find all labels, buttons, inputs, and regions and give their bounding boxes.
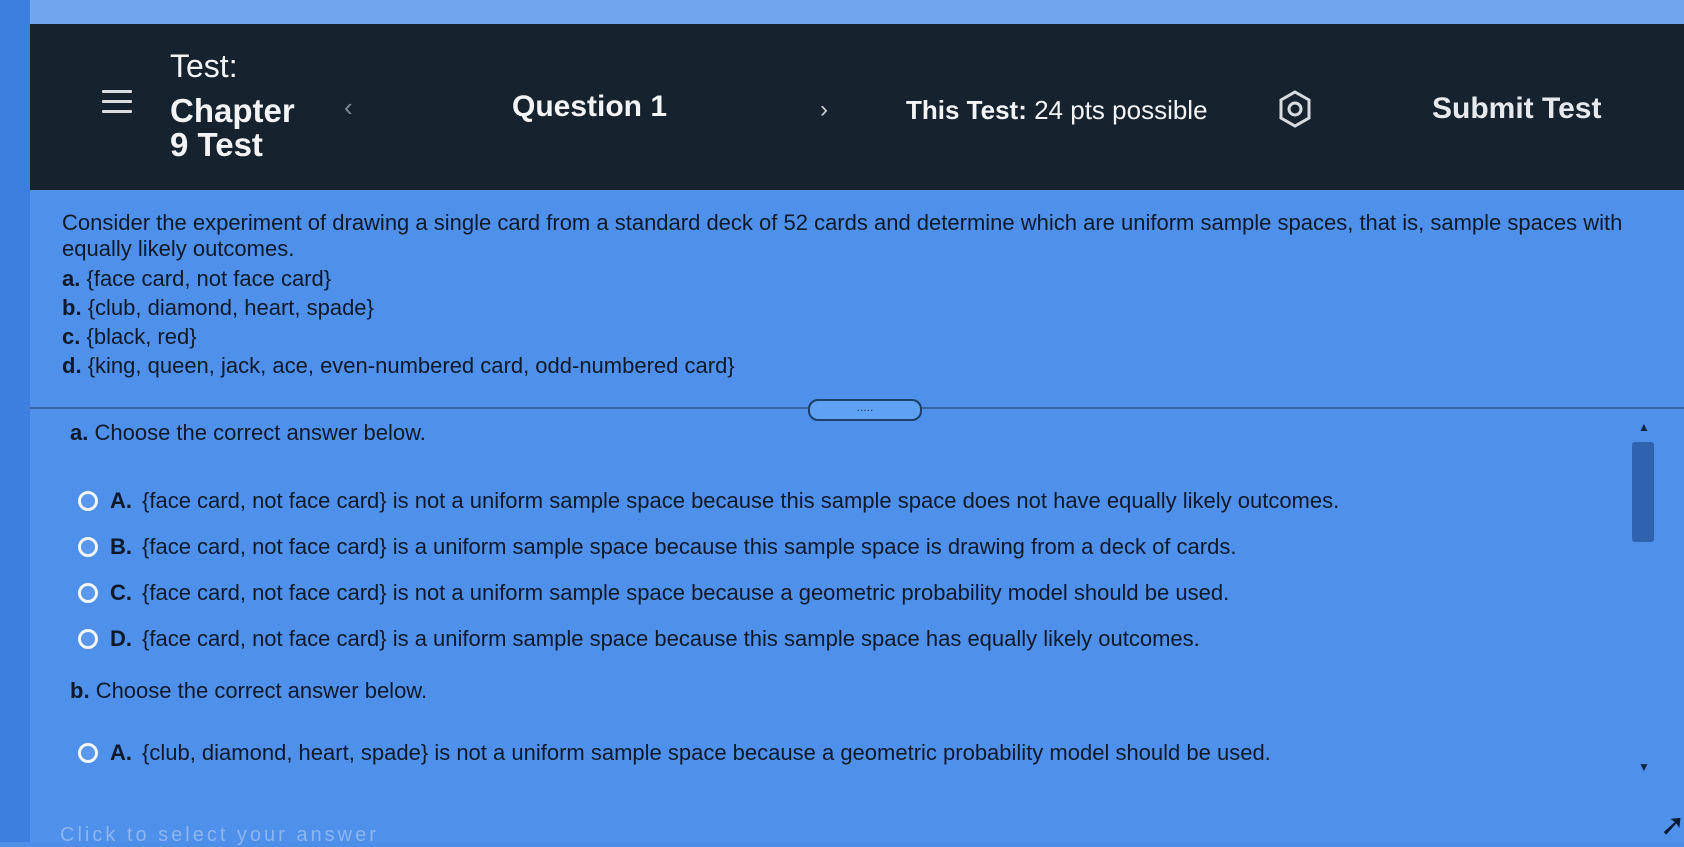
submit-test-button[interactable]: Submit Test bbox=[1432, 92, 1601, 126]
radio-button[interactable] bbox=[78, 537, 98, 557]
browser-top-strip bbox=[0, 0, 1684, 24]
points-prefix: This Test: bbox=[906, 95, 1027, 125]
scroll-down-icon[interactable]: ▼ bbox=[1638, 760, 1650, 774]
radio-button[interactable] bbox=[78, 743, 98, 763]
option-letter: D. bbox=[110, 626, 132, 651]
option-text: {face card, not face card} is a uniform … bbox=[142, 534, 1237, 559]
scroll-up-icon[interactable]: ▲ bbox=[1638, 420, 1650, 434]
item-letter: c. bbox=[62, 324, 81, 349]
resize-handle[interactable]: ..... bbox=[808, 399, 922, 421]
part-prompt-text: Choose the correct answer below. bbox=[94, 420, 426, 445]
question-stem: Consider the experiment of drawing a sin… bbox=[62, 210, 1662, 382]
item-text: {king, queen, jack, ace, even-numbered c… bbox=[87, 353, 735, 378]
question-item-c: c. {black, red} bbox=[62, 324, 1662, 350]
question-item-d: d. {king, queen, jack, ace, even-numbere… bbox=[62, 353, 1662, 379]
item-text: {club, diamond, heart, spade} bbox=[87, 295, 374, 320]
part-a-prompt: a. Choose the correct answer below. bbox=[70, 420, 426, 446]
option-letter: A. bbox=[110, 488, 132, 513]
part-a-option-b[interactable]: B. {face card, not face card} is a unifo… bbox=[78, 534, 1236, 560]
part-b-prompt: b. Choose the correct answer below. bbox=[70, 678, 427, 704]
footer-hint: Click to select your answer bbox=[60, 824, 379, 846]
item-text: {face card, not face card} bbox=[86, 266, 332, 291]
test-header: Test: Chapter 9 Test ‹ Question 1 › This… bbox=[30, 24, 1684, 190]
option-text: {club, diamond, heart, spade} is not a u… bbox=[142, 740, 1271, 765]
option-text: {face card, not face card} is not a unif… bbox=[142, 488, 1340, 513]
radio-button[interactable] bbox=[78, 629, 98, 649]
part-prompt-text: Choose the correct answer below. bbox=[95, 678, 428, 703]
option-letter: A. bbox=[110, 740, 132, 765]
option-letter: C. bbox=[110, 580, 132, 605]
item-letter: a. bbox=[62, 266, 81, 291]
question-item-b: b. {club, diamond, heart, spade} bbox=[62, 295, 1662, 321]
previous-question-icon[interactable]: ‹ bbox=[344, 92, 353, 123]
item-letter: d. bbox=[62, 353, 82, 378]
question-text: Consider the experiment of drawing a sin… bbox=[62, 210, 1623, 261]
part-letter: a. bbox=[70, 420, 89, 445]
next-question-icon[interactable]: › bbox=[820, 96, 828, 124]
answer-scrollbar[interactable]: ▲ ▼ bbox=[1630, 420, 1656, 790]
screen-left-edge bbox=[0, 0, 30, 842]
gear-icon[interactable] bbox=[1276, 90, 1314, 128]
part-b-option-a[interactable]: A. {club, diamond, heart, spade} is not … bbox=[78, 740, 1271, 766]
radio-button[interactable] bbox=[78, 583, 98, 603]
points-info: This Test: 24 pts possible bbox=[906, 95, 1208, 126]
option-text: {face card, not face card} is not a unif… bbox=[142, 580, 1230, 605]
part-a-option-d[interactable]: D. {face card, not face card} is a unifo… bbox=[78, 626, 1200, 652]
item-text: {black, red} bbox=[86, 324, 197, 349]
question-item-a: a. {face card, not face card} bbox=[62, 266, 1662, 292]
points-value: 24 pts possible bbox=[1034, 95, 1208, 125]
scroll-thumb[interactable] bbox=[1632, 442, 1654, 542]
test-title: Chapter 9 Test bbox=[170, 92, 295, 163]
test-label: Test: bbox=[170, 48, 238, 84]
question-content: Consider the experiment of drawing a sin… bbox=[30, 190, 1684, 842]
mouse-pointer-icon: ➚ bbox=[1660, 809, 1684, 842]
part-a-option-c[interactable]: C. {face card, not face card} is not a u… bbox=[78, 580, 1229, 606]
part-letter: b. bbox=[70, 678, 90, 703]
hamburger-menu-icon[interactable] bbox=[102, 90, 132, 116]
option-letter: B. bbox=[110, 534, 132, 559]
answer-panel: a. Choose the correct answer below. A. {… bbox=[70, 420, 1650, 842]
part-a-option-a[interactable]: A. {face card, not face card} is not a u… bbox=[78, 488, 1339, 514]
radio-button[interactable] bbox=[78, 491, 98, 511]
item-letter: b. bbox=[62, 295, 82, 320]
question-label: Question 1 bbox=[512, 90, 668, 123]
option-text: {face card, not face card} is a uniform … bbox=[142, 626, 1200, 651]
